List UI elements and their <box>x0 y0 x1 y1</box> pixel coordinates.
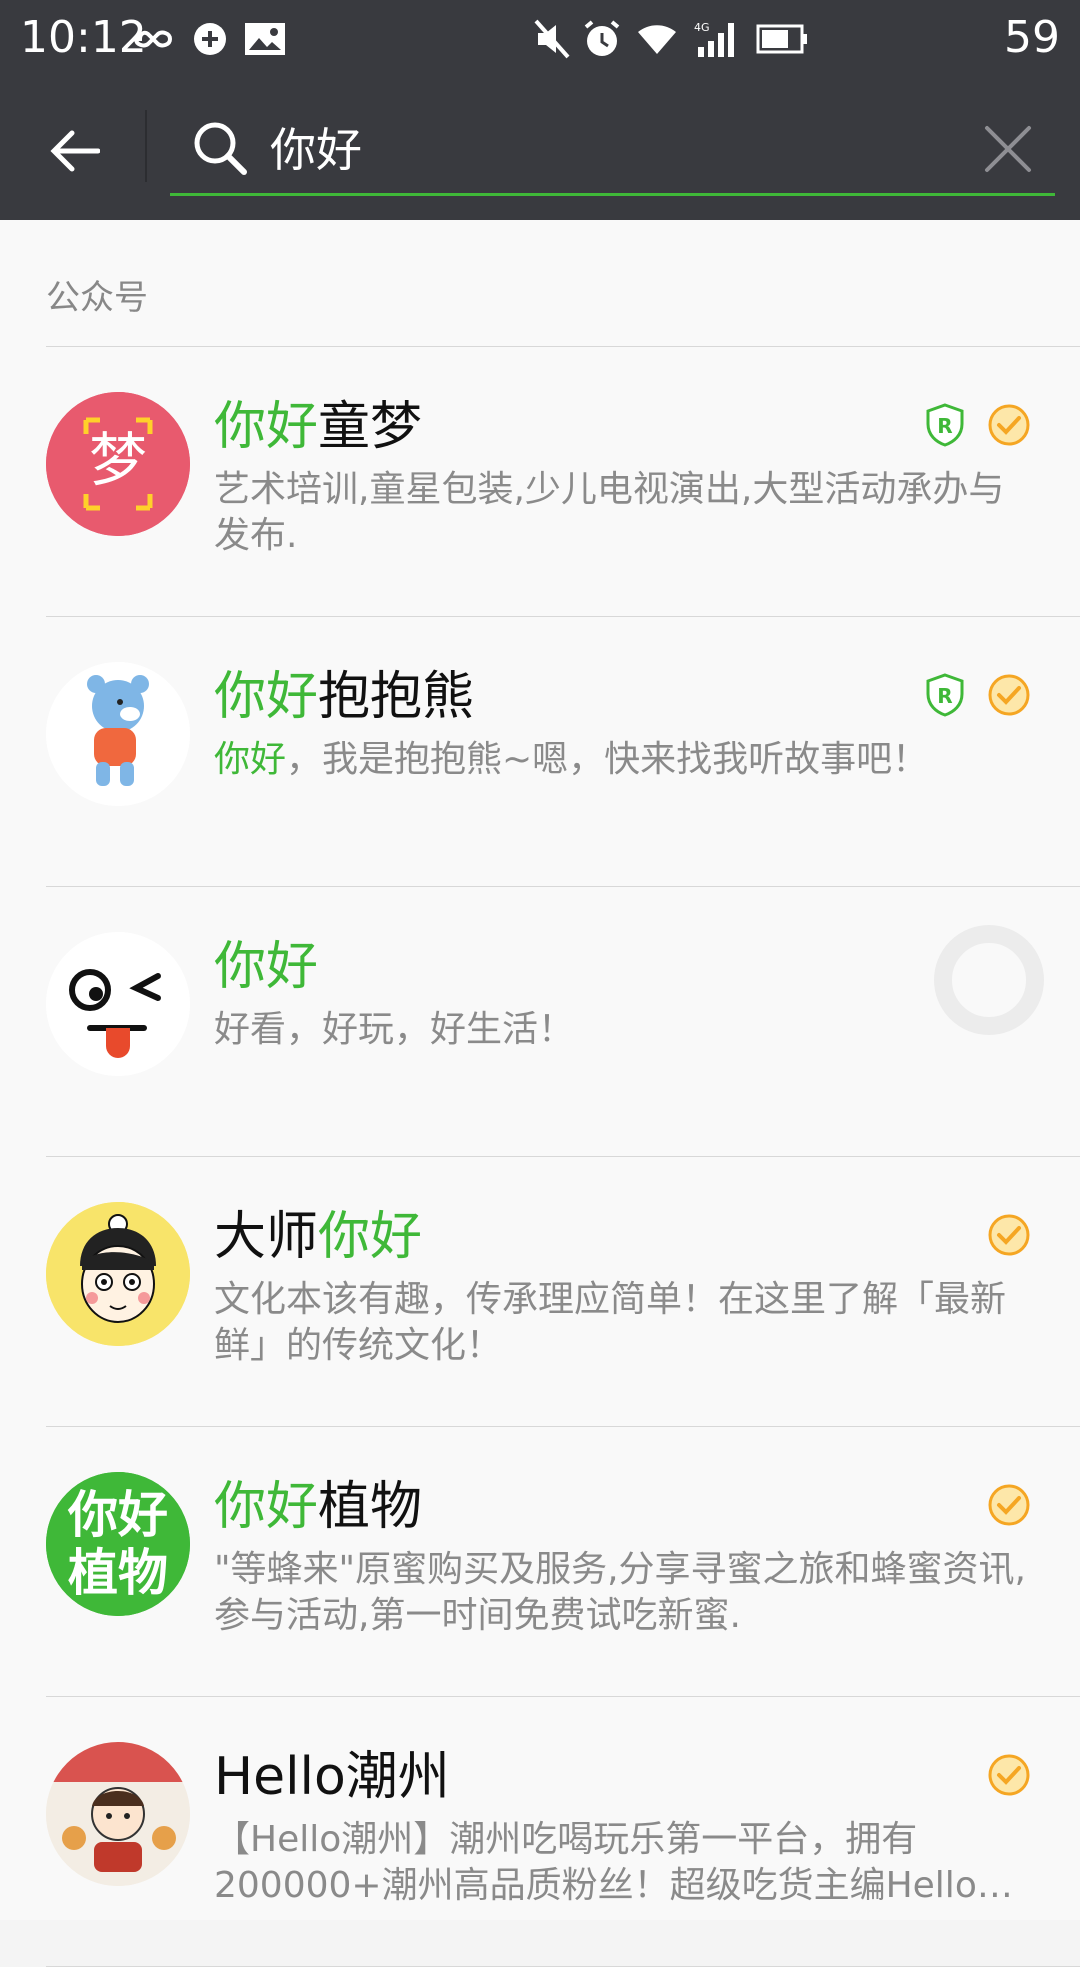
result-title: 大师你好 <box>214 1207 423 1267</box>
image-icon <box>244 14 286 64</box>
list-item[interactable]: 大师你好 文化本该有趣，传承理应简单！在这里了解「最新鲜」的传统文化！ <box>0 1157 1080 1427</box>
svg-text:R: R <box>937 414 952 438</box>
infinity-icon <box>128 14 178 64</box>
wifi-icon <box>636 14 678 64</box>
badges <box>986 1212 1032 1258</box>
result-title: 你好植物 <box>214 1477 423 1537</box>
verified-icon <box>988 1214 1030 1256</box>
sync-icon <box>190 14 230 64</box>
toolbar-divider <box>145 110 147 182</box>
signal-4g-icon: 4G <box>694 14 740 64</box>
list-item[interactable]: 你好植物 你好植物 "等蜂来"原蜜购买及服务,分享寻蜜之旅和蜂蜜资讯,参与活动,… <box>0 1427 1080 1697</box>
badges <box>986 1752 1032 1798</box>
result-description: "等蜂来"原蜜购买及服务,分享寻蜜之旅和蜂蜜资讯,参与活动,第一时间免费试吃新蜜… <box>214 1549 1027 1636</box>
clear-icon[interactable] <box>981 122 1035 176</box>
results-list: 梦 你好童梦 R 艺术培训,童星包装,少儿电视演出,大型活动承办与发布. 你好抱… <box>0 347 1080 1967</box>
svg-text:R: R <box>937 684 952 708</box>
status-bar: 10:12 4G 59 <box>0 0 1080 80</box>
avatar: 梦 <box>46 392 190 536</box>
list-item[interactable]: Hello潮州 【Hello潮州】潮州吃喝玩乐第一平台，拥有200000+潮州高… <box>0 1697 1080 1967</box>
mute-icon <box>534 14 570 64</box>
badges: R <box>922 402 1032 448</box>
list-item[interactable]: 你好 好看，好玩，好生活！ <box>0 887 1080 1157</box>
shield-r-icon: R <box>926 403 964 447</box>
search-icon <box>194 122 247 175</box>
shield-r-icon: R <box>926 673 964 717</box>
result-title: 你好抱抱熊 <box>214 667 475 727</box>
avatar-text: 你好植物 <box>68 1486 168 1602</box>
result-title: Hello潮州 <box>214 1747 450 1807</box>
list-item[interactable]: 梦 你好童梦 R 艺术培训,童星包装,少儿电视演出,大型活动承办与发布. <box>0 347 1080 617</box>
search-box[interactable] <box>170 100 1055 196</box>
avatar <box>46 1202 190 1346</box>
search-input[interactable] <box>270 112 920 182</box>
battery-level: 59 <box>1004 12 1060 63</box>
avatar <box>46 932 190 1076</box>
battery-icon <box>756 14 808 64</box>
result-description: 你好，我是抱抱熊~嗯，快来找我听故事吧！ <box>214 739 929 780</box>
avatar <box>46 662 190 806</box>
section-header: 公众号 <box>46 278 148 318</box>
alarm-icon <box>582 14 622 64</box>
verified-icon <box>988 404 1030 446</box>
result-description: 艺术培训,童星包装,少儿电视演出,大型活动承办与发布. <box>214 469 1005 556</box>
svg-text:4G: 4G <box>694 21 710 34</box>
verified-icon <box>988 674 1030 716</box>
verified-icon <box>988 1484 1030 1526</box>
verified-icon <box>988 1754 1030 1796</box>
search-results: 公众号 梦 你好童梦 R 艺术培训,童星包装,少儿电视演出,大型活动承办与发布.… <box>0 220 1080 1967</box>
result-description: 好看，好玩，好生活！ <box>214 1009 575 1050</box>
avatar: 你好植物 <box>46 1472 190 1616</box>
list-item[interactable]: 你好抱抱熊 R 你好，我是抱抱熊~嗯，快来找我听故事吧！ <box>0 617 1080 887</box>
arrow-left-icon <box>50 130 100 172</box>
search-toolbar <box>0 80 1080 220</box>
result-description: 【Hello潮州】潮州吃喝玩乐第一平台，拥有200000+潮州高品质粉丝！超级吃… <box>214 1819 1013 1906</box>
result-description: 文化本该有趣，传承理应简单！在这里了解「最新鲜」的传统文化！ <box>214 1279 1007 1366</box>
result-title: 你好童梦 <box>214 397 423 457</box>
badges <box>986 1482 1032 1528</box>
avatar <box>46 1742 190 1886</box>
avatar-text: 梦 <box>89 426 147 494</box>
badges: R <box>922 672 1032 718</box>
back-button[interactable] <box>40 116 110 186</box>
result-title: 你好 <box>214 937 319 997</box>
